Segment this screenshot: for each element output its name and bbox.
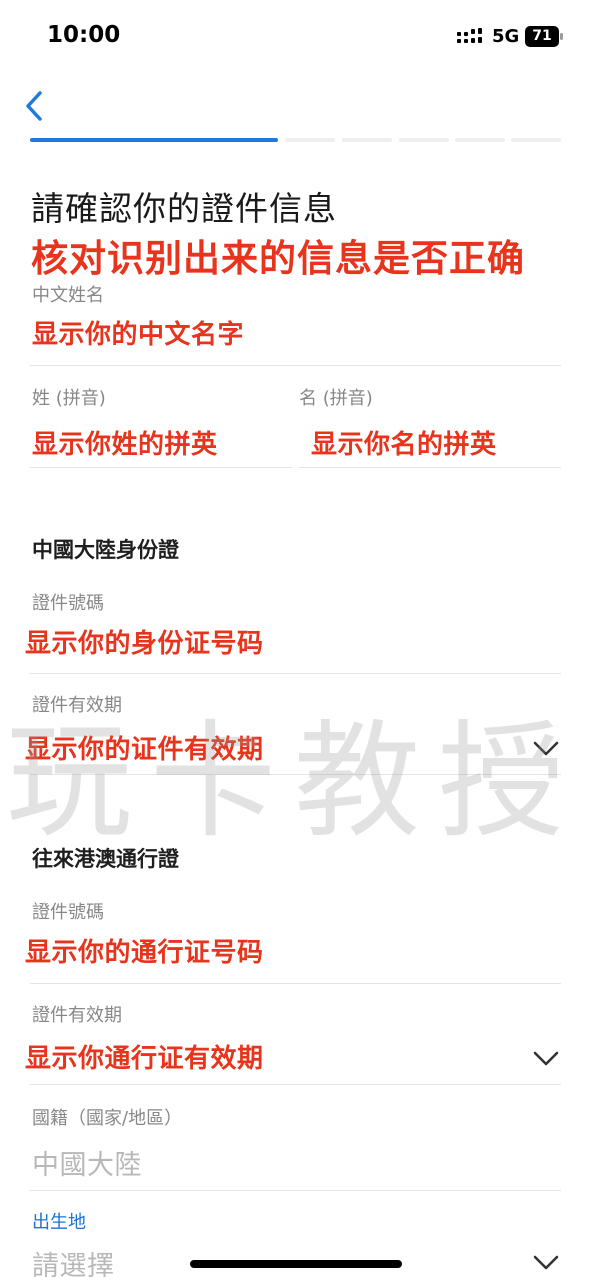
chevron-down-icon[interactable]: [532, 740, 560, 758]
progress-step-1: [30, 138, 278, 142]
progress-step-3: [342, 138, 392, 142]
surname-label: 姓 (拼音): [32, 388, 106, 409]
divider: [30, 673, 561, 674]
nationality-field: 中國大陸: [32, 1150, 142, 1181]
divider: [30, 467, 292, 468]
permit-number-label: 證件號碼: [32, 902, 104, 923]
id-number-field[interactable]: 显示你的身份证号码: [25, 623, 264, 660]
chevron-down-icon[interactable]: [532, 1050, 560, 1068]
progress-step-5: [455, 138, 505, 142]
birthplace-label: 出生地: [32, 1212, 86, 1233]
birthplace-select[interactable]: 請選擇: [32, 1244, 115, 1280]
permit-section-heading: 往來港澳通行證: [32, 847, 179, 871]
permit-number-field[interactable]: 显示你的通行证号码: [25, 932, 264, 969]
id-card-section-heading: 中國大陸身份證: [32, 538, 179, 562]
divider: [30, 1190, 561, 1191]
chevron-down-icon[interactable]: [532, 1254, 560, 1272]
divider: [30, 1084, 561, 1085]
divider: [299, 467, 561, 468]
permit-expiry-field[interactable]: 显示你通行证有效期: [25, 1038, 264, 1075]
divider: [30, 365, 561, 366]
progress-step-6: [511, 138, 561, 142]
divider: [30, 983, 561, 984]
permit-expiry-label: 證件有效期: [32, 1005, 122, 1026]
chinese-name-label: 中文姓名: [32, 285, 104, 306]
surname-field[interactable]: 显示你姓的拼英: [32, 424, 218, 461]
status-time: 10:00: [47, 22, 121, 48]
back-button[interactable]: [18, 86, 50, 126]
chinese-name-field[interactable]: 显示你的中文名字: [32, 314, 244, 351]
progress-step-2: [285, 138, 335, 142]
id-number-label: 證件號碼: [32, 593, 104, 614]
divider: [30, 774, 561, 775]
battery-level: 71: [532, 28, 552, 44]
signal-icon: [457, 28, 482, 43]
progress-indicator: [30, 138, 561, 143]
nationality-label: 國籍（國家/地區）: [32, 1108, 183, 1129]
status-bar: 10:00 5G 71: [0, 0, 591, 76]
home-indicator[interactable]: [190, 1260, 402, 1268]
id-expiry-field[interactable]: 显示你的证件有效期: [25, 729, 264, 766]
id-expiry-label: 證件有效期: [32, 695, 122, 716]
page-title: 請確認你的證件信息: [31, 189, 337, 228]
chevron-left-icon: [26, 91, 42, 121]
progress-step-4: [399, 138, 449, 142]
given-name-label: 名 (拼音): [299, 388, 373, 409]
annotation-title: 核对识别出来的信息是否正确: [31, 237, 525, 280]
network-type: 5G: [492, 26, 520, 47]
given-name-field[interactable]: 显示你名的拼英: [311, 424, 497, 461]
